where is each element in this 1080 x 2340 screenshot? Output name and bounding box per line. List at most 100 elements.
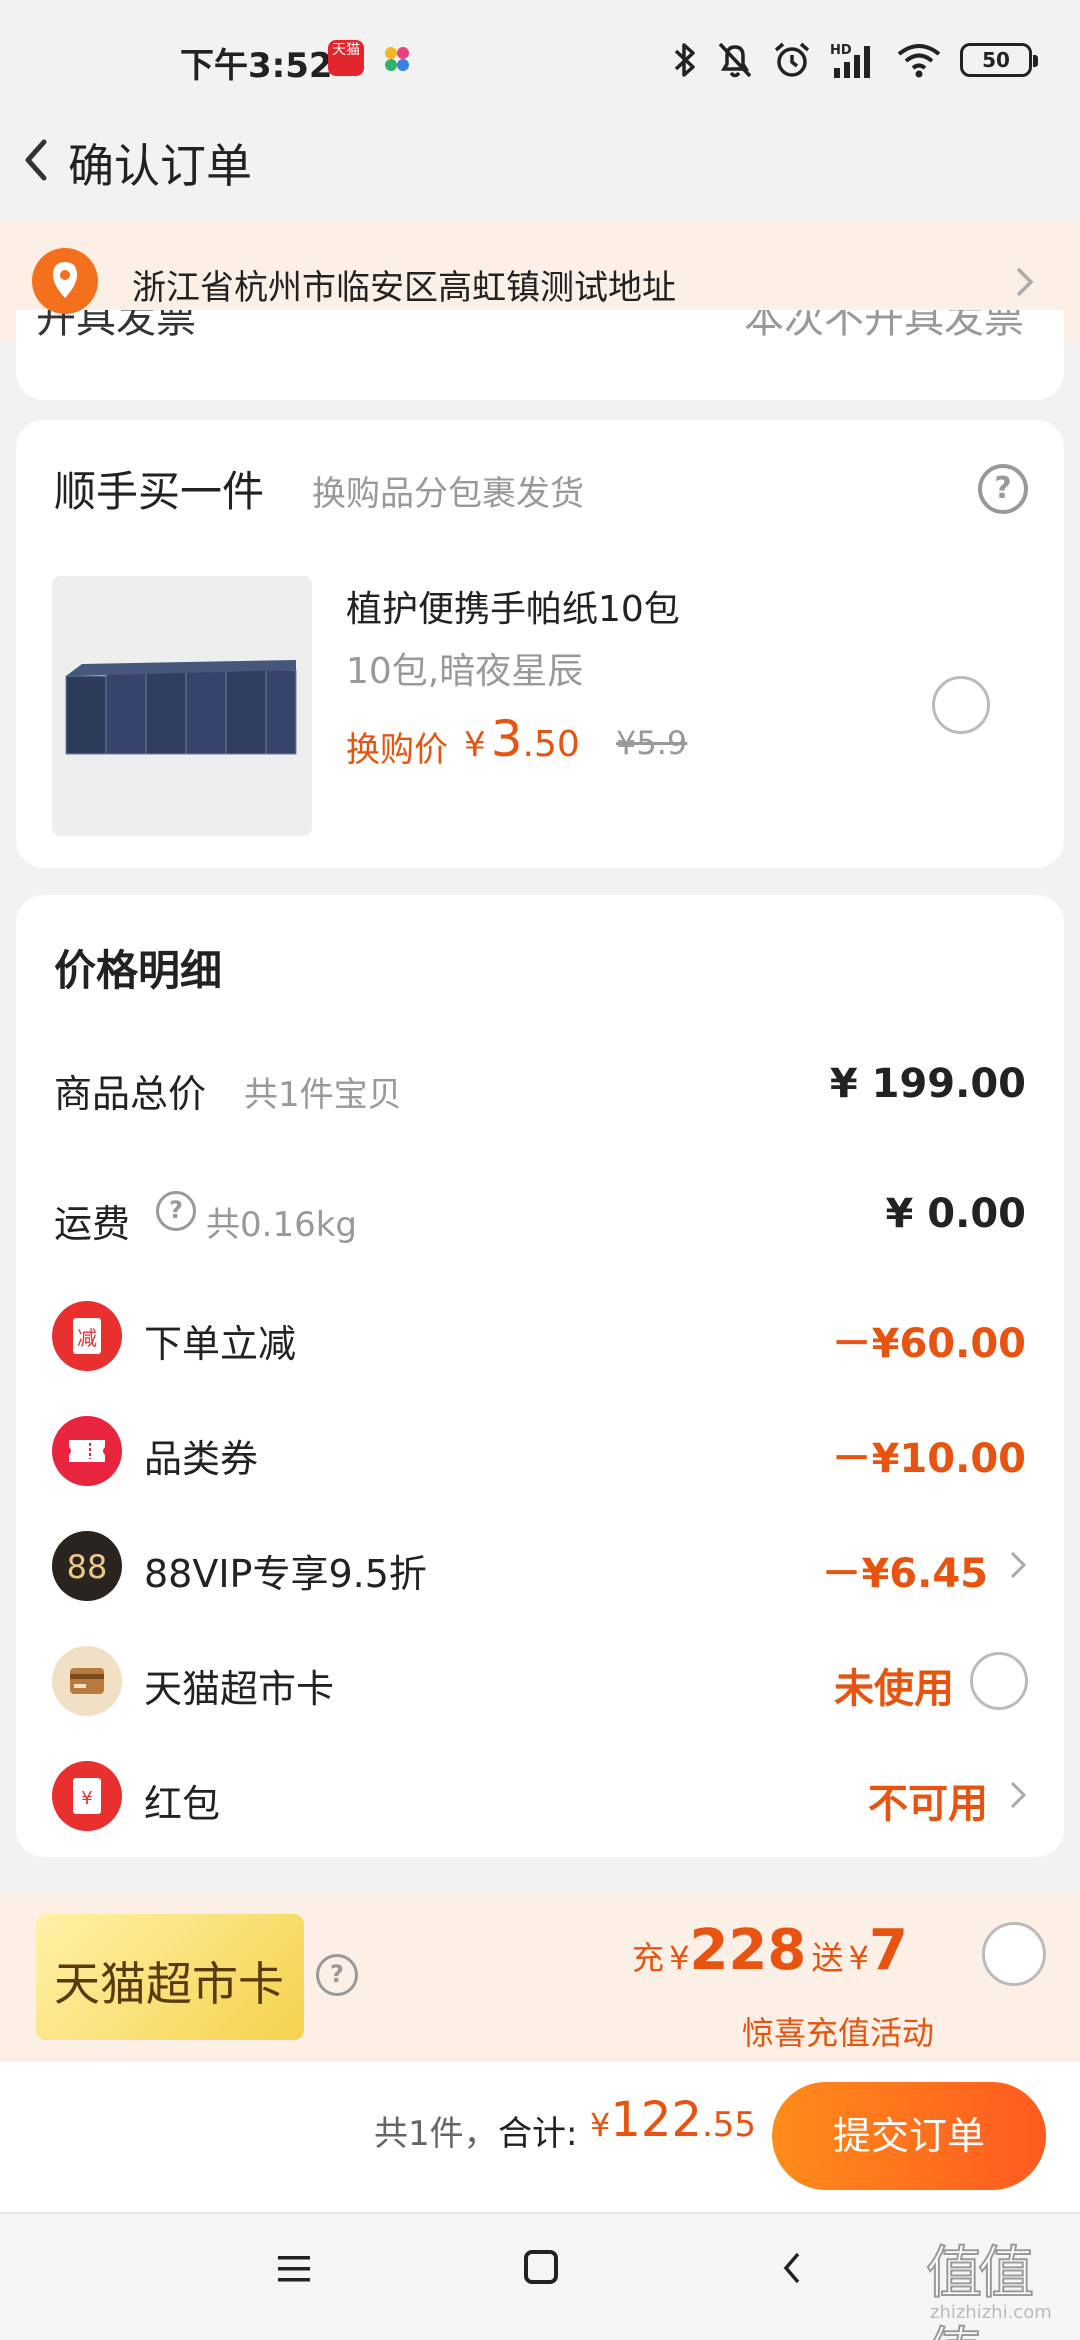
invoice-row[interactable]: 开具发票 本次不开具发票: [16, 310, 1064, 400]
price-detail-card: 价格明细 商品总价 共1件宝贝 ¥ 199.00 运费 ? 共0.16kg ¥ …: [16, 895, 1064, 1857]
price-integer: 3: [490, 710, 523, 768]
tmall-app-icon: 天猫: [328, 40, 364, 76]
instant-discount-row: 减 下单立减 －¥60.00: [16, 1295, 1064, 1375]
subtotal-note: 共1件宝贝: [244, 1075, 402, 1115]
recharge-promo-radio[interactable]: [982, 1922, 1046, 1986]
help-icon[interactable]: ?: [316, 1954, 358, 1996]
watermark-logo: 值值值: [925, 2240, 1035, 2340]
supermarket-card-row[interactable]: 天猫超市卡 未使用: [16, 1640, 1064, 1720]
wifi-icon: [897, 44, 941, 78]
page-title: 确认订单: [68, 139, 252, 193]
price-decimal: .50: [522, 724, 580, 765]
vip-discount-row[interactable]: 88 88VIP专享9.5折 －¥6.45: [16, 1525, 1064, 1605]
recharge-promo-bar[interactable]: 天猫超市卡 ? 充 ¥228 送 ¥7 惊喜充值活动: [0, 1892, 1080, 2062]
product-image[interactable]: [52, 576, 312, 836]
invoice-label: 开具发票: [36, 310, 196, 342]
red-packet-row[interactable]: ¥ 红包 不可用: [16, 1755, 1064, 1835]
total-decimal: .55: [701, 2105, 757, 2145]
instant-discount-value: －¥60.00: [831, 1321, 1026, 1367]
vip-discount-label: 88VIP专享9.5折: [144, 1552, 427, 1596]
charge-prefix: 充: [632, 1939, 665, 1977]
home-icon[interactable]: [524, 2250, 558, 2284]
red-packet-icon-text: ¥: [81, 1788, 92, 1809]
vip-icon-text: 88: [67, 1548, 108, 1586]
red-packet-label: 红包: [144, 1782, 221, 1826]
instant-discount-label: 下单立减: [144, 1322, 297, 1366]
addon-select-radio[interactable]: [932, 676, 990, 734]
chevron-right-icon[interactable]: [1010, 262, 1040, 302]
discount-icon-text: 减: [77, 1326, 97, 1350]
chevron-right-icon[interactable]: [1006, 1547, 1030, 1583]
total-amount: ¥122.55: [590, 2092, 756, 2148]
address-text[interactable]: 浙江省杭州市临安区高虹镇测试地址: [132, 260, 676, 309]
subtotal-label: 商品总价: [54, 1072, 207, 1116]
addon-title: 顺手买一件: [54, 467, 265, 516]
total-integer: 122: [610, 2092, 702, 2148]
back-arrow-icon[interactable]: [10, 128, 70, 192]
addon-card: 顺手买一件 换购品分包裹发货 ? 植护便携手帕纸10包 10包,暗夜星辰 换购价…: [16, 420, 1064, 868]
invoice-value: 本次不开具发票: [744, 310, 1024, 342]
chevron-right-icon[interactable]: [1006, 1777, 1030, 1813]
battery-icon: 50: [960, 43, 1038, 77]
addon-subtitle: 换购品分包裹发货: [312, 474, 584, 514]
signal-icon: HD: [830, 43, 870, 78]
price-detail-heading: 价格明细: [54, 946, 223, 995]
promo-subtitle: 惊喜充值活动: [742, 2014, 935, 2052]
watermark-url: zhizhizhi.com: [930, 2302, 1052, 2323]
svg-text:HD: HD: [830, 43, 852, 58]
vip-88-icon: 88: [52, 1531, 122, 1601]
gift-amount: 7: [868, 1918, 908, 1983]
shipping-row: 运费 ? 共0.16kg ¥ 0.00: [16, 1175, 1064, 1255]
charge-amount: 228: [689, 1918, 807, 1983]
shipping-label: 运费: [54, 1202, 131, 1246]
checkout-footer: 共1件， 合计: ¥122.55 提交订单: [0, 2062, 1080, 2212]
category-coupon-label: 品类券: [144, 1437, 259, 1481]
discount-envelope-icon: 减: [52, 1301, 122, 1371]
supermarket-card-icon: [52, 1646, 122, 1716]
watermark: 值值值 zhizhizhi.com: [925, 2228, 1076, 2340]
item-count: 共1件，: [374, 2114, 498, 2154]
recharge-offer: 充 ¥228 送 ¥7: [632, 1918, 908, 1983]
mute-bell-icon: [718, 42, 752, 78]
gift-prefix: 送: [811, 1939, 844, 1977]
help-icon[interactable]: ?: [978, 464, 1028, 514]
subtotal-row: 商品总价 共1件宝贝 ¥ 199.00: [16, 1045, 1064, 1125]
supermarket-card-label: 天猫超市卡: [144, 1667, 335, 1711]
category-coupon-row[interactable]: 品类券 －¥10.00: [16, 1410, 1064, 1490]
price-currency: ¥: [464, 725, 486, 765]
product-spec: 10包,暗夜星辰: [346, 651, 584, 692]
status-icons: HD 50: [672, 36, 1038, 84]
subtotal-value: ¥ 199.00: [829, 1061, 1026, 1107]
location-pin-icon: [32, 248, 98, 314]
menu-icon[interactable]: [276, 2254, 312, 2284]
product-name[interactable]: 植护便携手帕纸10包: [346, 580, 680, 632]
alarm-icon: [774, 42, 810, 77]
original-price: ¥5.9: [616, 724, 688, 762]
gift-currency: ¥: [848, 1939, 869, 1977]
red-packet-value: 不可用: [868, 1781, 988, 1827]
shipping-value: ¥ 0.00: [885, 1191, 1026, 1237]
supermarket-card-banner-text: 天猫超市卡: [54, 1957, 284, 2011]
supermarket-card-radio[interactable]: [970, 1652, 1028, 1710]
total-label: 合计:: [498, 2114, 578, 2154]
title-bar: 确认订单: [0, 110, 1080, 210]
system-nav-bar: [0, 2212, 1080, 2340]
total-currency: ¥: [590, 2106, 611, 2144]
back-icon[interactable]: [780, 2248, 804, 2288]
vip-discount-value: －¥6.45: [821, 1551, 988, 1597]
category-coupon-value: －¥10.00: [831, 1436, 1026, 1482]
shipping-weight: 共0.16kg: [206, 1205, 357, 1245]
bluetooth-icon: [674, 43, 695, 77]
submit-order-button[interactable]: 提交订单: [772, 2082, 1046, 2190]
coupon-ticket-icon: [52, 1416, 122, 1486]
exchange-price: ¥ 3.50: [464, 710, 580, 768]
red-packet-icon: ¥: [52, 1761, 122, 1831]
supermarket-card-banner: 天猫超市卡: [36, 1914, 304, 2040]
exchange-price-label: 换购价: [346, 730, 448, 770]
charge-currency: ¥: [669, 1939, 690, 1977]
status-bar: 下午3:52 天猫 HD 50: [0, 0, 1080, 120]
help-icon[interactable]: ?: [156, 1191, 196, 1231]
supermarket-card-value: 未使用: [834, 1666, 954, 1712]
status-time: 下午3:52: [180, 46, 333, 86]
colorful-app-icon: [385, 47, 409, 71]
